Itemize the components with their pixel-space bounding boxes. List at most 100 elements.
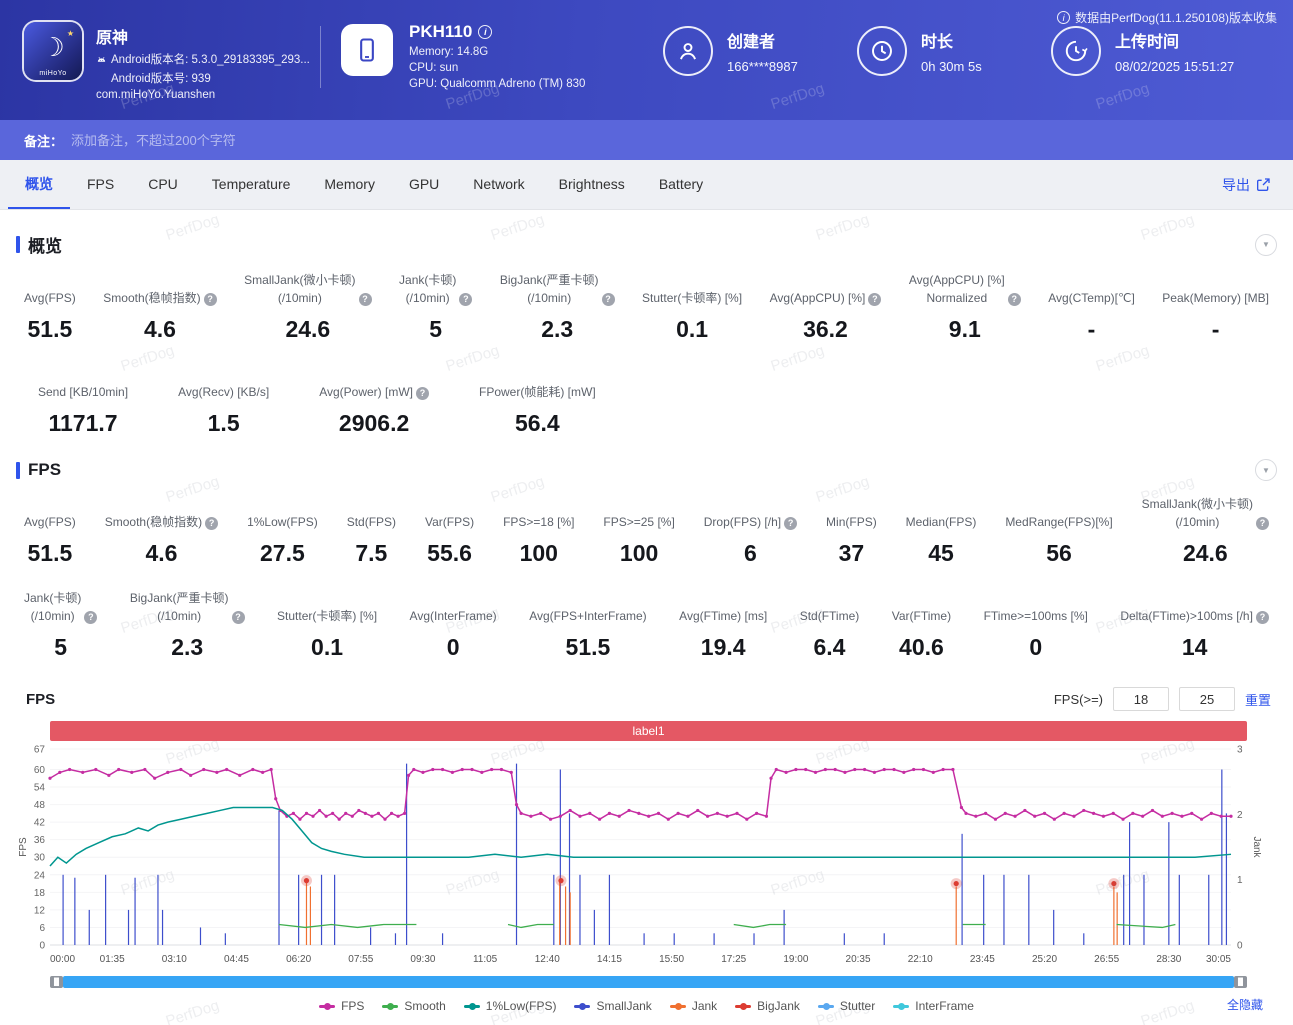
collect-note: i 数据由PerfDog(11.1.250108)版本收集 [1057, 9, 1277, 26]
stat-row: Jank(卡顿) (/10min)? 5 BigJank(严重卡顿) (/10min… [16, 589, 1277, 661]
chevron-down-icon[interactable]: ▼ [1255, 233, 1277, 256]
tab-memory[interactable]: Memory [307, 160, 392, 209]
stat-value: 19.4 [700, 634, 746, 660]
note-label: 备注： [24, 133, 64, 149]
overview-section-header: 概览 ▼ [16, 232, 1277, 257]
legend-item-smalljank[interactable]: SmallJank [574, 999, 652, 1013]
help-icon[interactable]: ? [203, 293, 217, 306]
legend-marker [735, 1002, 752, 1010]
fps-chart-block: FPS FPS(>=) 重置 label1 676054484236302418… [16, 687, 1277, 1016]
tab-概览[interactable]: 概览 [8, 160, 70, 209]
app-version-name: Android版本名: 5.3.0_29183395_293... [96, 51, 310, 67]
star-glyph: ★ [66, 29, 74, 38]
stat-cell: Avg(FPS) 51.5 [16, 495, 84, 567]
tab-brightness[interactable]: Brightness [542, 160, 642, 209]
svg-text:36: 36 [34, 835, 46, 846]
tab-gpu[interactable]: GPU [392, 160, 456, 209]
stat-label: Jank(卡顿) (/10min)? [24, 589, 98, 625]
svg-text:0: 0 [39, 941, 45, 952]
legend-label: FPS [341, 999, 365, 1013]
stat-value: 37 [838, 540, 865, 566]
legend-item-bigjank[interactable]: BigJank [735, 999, 800, 1013]
help-icon[interactable]: ? [358, 293, 372, 306]
hide-all-link[interactable]: 全隐藏 [1227, 996, 1263, 1013]
export-label: 导出 [1222, 176, 1250, 193]
section-accent-bar [16, 236, 20, 253]
legend-row: FPS Smooth 1%Low(FPS) SmallJank Jank BigJank S… [16, 996, 1277, 1016]
legend-item-stutter[interactable]: Stutter [817, 999, 875, 1013]
stat-label: Avg(AppCPU) [%] Normalized? [909, 271, 1021, 307]
stat-label: Stutter(卡顿率) [%] [642, 290, 743, 305]
fps-threshold-input-1[interactable] [1112, 687, 1169, 711]
svg-text:22:10: 22:10 [908, 954, 933, 965]
stat-cell: Var(FPS) 55.6 [417, 495, 482, 567]
help-icon[interactable]: ? [459, 293, 473, 306]
note-input[interactable] [69, 131, 590, 149]
stat-row: Send [KB/10min] 1171.7 Avg(Recv) [KB/s] 1.5… [16, 365, 1277, 437]
svg-text:6: 6 [39, 923, 45, 934]
app-icon-brand: miHoYo [39, 70, 67, 77]
help-icon[interactable]: ? [1256, 517, 1269, 530]
help-icon[interactable]: ? [205, 517, 219, 530]
stat-label: Var(FPS) [425, 514, 475, 529]
help-icon[interactable]: ? [1255, 611, 1269, 624]
stat-cell: Jank(卡顿) (/10min)? 5 [391, 271, 480, 343]
chevron-down-icon[interactable]: ▼ [1255, 459, 1277, 481]
tab-network[interactable]: Network [456, 160, 541, 209]
stat-cell: Avg(Recv) [KB/s] 1.5 [170, 365, 277, 437]
chart-annotation-banner: label1 [50, 721, 1247, 741]
stat-cell: 1%Low(FPS) 27.5 [239, 495, 326, 567]
help-icon[interactable]: ? [784, 517, 798, 530]
svg-text:14:15: 14:15 [597, 954, 622, 965]
export-button[interactable]: 导出 [1208, 160, 1285, 209]
android-icon [97, 56, 106, 62]
stat-label: Smooth(稳帧指数)? [105, 495, 219, 531]
svg-text:04:45: 04:45 [224, 954, 249, 965]
legend-label: BigJank [757, 999, 800, 1013]
legend-label: Jank [691, 999, 718, 1013]
scrollbar-right-handle[interactable]: ▐▌ [1234, 976, 1247, 988]
scrollbar-left-handle[interactable]: ▐▌ [50, 976, 63, 988]
fps-threshold-label: FPS(>=) [1053, 691, 1103, 707]
device-info-icon[interactable]: i [478, 25, 493, 39]
stat-value: 27.5 [260, 540, 305, 566]
stat-value: 6 [744, 540, 757, 566]
tab-battery[interactable]: Battery [642, 160, 720, 209]
help-icon[interactable]: ? [416, 387, 429, 400]
stat-label: Avg(FPS+InterFrame) [529, 608, 647, 623]
creator-value: 166****8987 [727, 59, 798, 74]
stat-value: 2.3 [541, 316, 574, 342]
reset-button[interactable]: 重置 [1245, 690, 1271, 709]
chart-legend: FPS Smooth 1%Low(FPS) SmallJank Jank BigJank S… [319, 999, 974, 1013]
help-icon[interactable]: ? [231, 611, 245, 624]
fps-line-chart[interactable]: 6760544842363024181260321000:00 01:35 03:1… [16, 743, 1262, 969]
svg-text:1: 1 [1237, 875, 1243, 886]
tab-cpu[interactable]: CPU [131, 160, 195, 209]
tab-fps[interactable]: FPS [70, 160, 131, 209]
help-icon[interactable]: ? [601, 293, 615, 306]
device-model: PKH110 [409, 22, 473, 41]
scrollbar-track[interactable] [63, 976, 1234, 988]
perfdog-report-page: PerfDog PerfDog PerfDog PerfDog PerfDog PerfD… [0, 0, 1293, 1025]
stat-value: 5 [54, 634, 68, 660]
stat-label: Avg(Power) [mW]? [319, 365, 429, 401]
legend-item-1%low(fps)[interactable]: 1%Low(FPS) [463, 999, 556, 1013]
stat-value: 5 [429, 316, 443, 342]
legend-item-interframe[interactable]: InterFrame [893, 999, 974, 1013]
help-icon[interactable]: ? [868, 293, 882, 306]
stat-value: 2.3 [171, 634, 204, 660]
fps-threshold-input-2[interactable] [1178, 687, 1235, 711]
legend-item-jank[interactable]: Jank [669, 999, 718, 1013]
duration-label: 时长 [921, 34, 954, 51]
help-icon[interactable]: ? [84, 611, 98, 624]
stat-value: 56 [1046, 540, 1072, 566]
stat-cell: Std(FTime) 6.4 [792, 589, 868, 661]
overview-stats: Avg(FPS) 51.5 Smooth(稳帧指数)? 4.6 SmallJank(微小… [16, 271, 1277, 437]
help-icon[interactable]: ? [1007, 293, 1021, 306]
legend-item-fps[interactable]: FPS [319, 999, 364, 1013]
tab-temperature[interactable]: Temperature [195, 160, 308, 209]
stat-value: 4.6 [143, 316, 176, 342]
stat-label: Smooth(稳帧指数)? [103, 271, 217, 307]
legend-item-smooth[interactable]: Smooth [382, 999, 446, 1013]
stat-cell: Avg(CTemp)[℃] - [1040, 271, 1143, 343]
